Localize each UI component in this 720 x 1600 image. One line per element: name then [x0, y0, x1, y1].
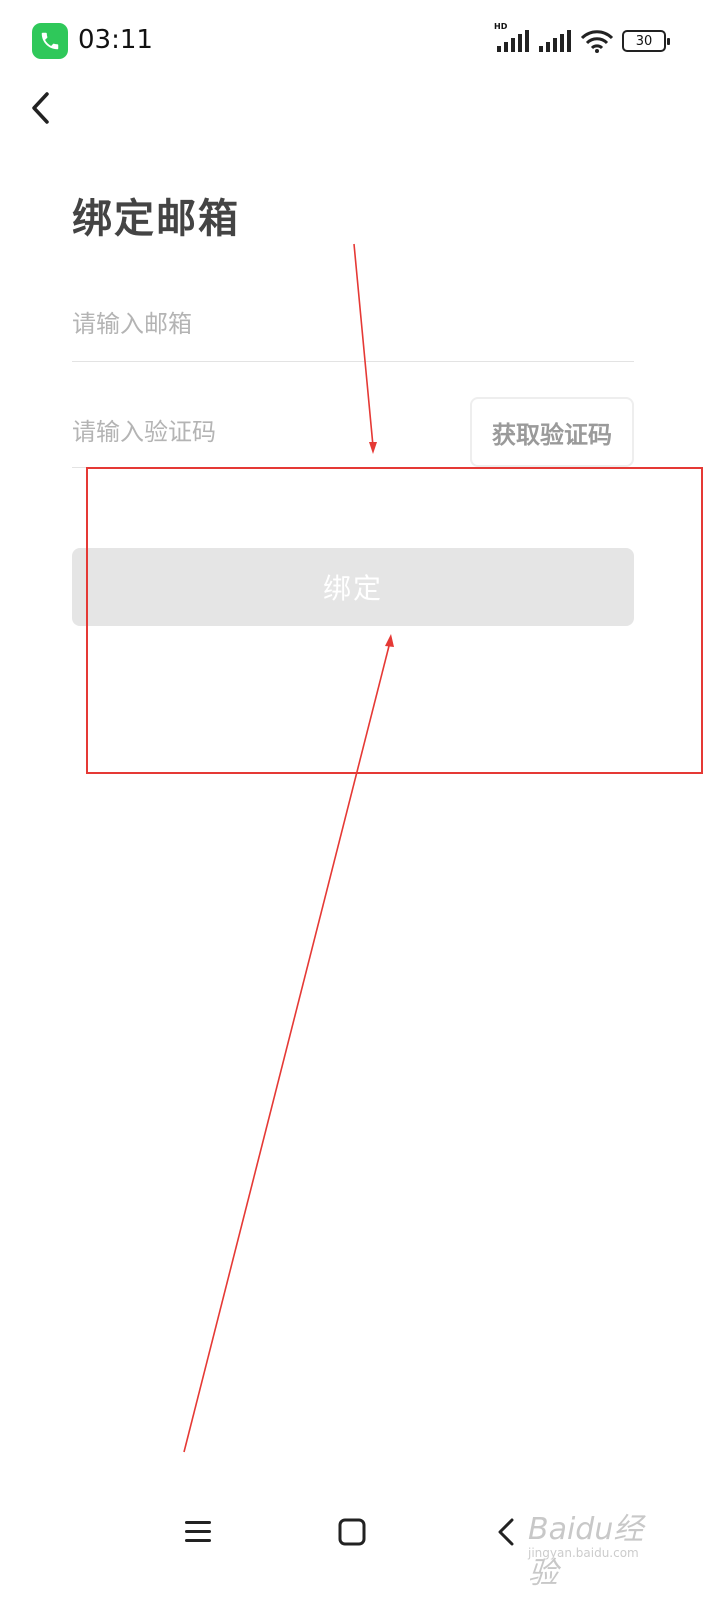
menu-icon [185, 1521, 211, 1542]
get-code-button[interactable]: 获取验证码 [470, 397, 634, 467]
watermark: Baidu经验 jingyan.baidu.com [528, 1500, 668, 1591]
back-button[interactable] [18, 84, 62, 132]
status-bar: 03:11 HD 30 [0, 0, 720, 84]
status-time: 03:11 [78, 25, 153, 55]
signal-icon [538, 28, 572, 54]
phone-call-icon[interactable] [32, 23, 68, 59]
annotation-arrow-bottom [183, 641, 391, 1453]
signal-icon: HD [494, 22, 530, 54]
verification-code-input[interactable] [72, 410, 452, 454]
email-field [72, 290, 634, 362]
status-icons: HD 30 [494, 22, 670, 54]
wifi-icon [580, 28, 614, 54]
nav-back-button[interactable] [478, 1504, 534, 1560]
bind-button[interactable]: 绑定 [72, 548, 634, 626]
menu-button[interactable] [170, 1504, 226, 1560]
battery-icon: 30 [622, 30, 670, 52]
annotation-arrow-bottom-head [385, 634, 394, 647]
battery-level: 30 [635, 33, 653, 49]
home-icon [338, 1518, 366, 1546]
watermark-subtext: jingyan.baidu.com [528, 1546, 639, 1560]
home-button[interactable] [324, 1504, 380, 1560]
verification-code-field: 获取验证码 [72, 396, 634, 468]
page-title: 绑定邮箱 [72, 196, 240, 242]
back-arrow-icon [32, 92, 49, 124]
email-input[interactable] [72, 302, 634, 346]
hd-label: HD [494, 22, 508, 31]
back-icon [498, 1518, 514, 1546]
